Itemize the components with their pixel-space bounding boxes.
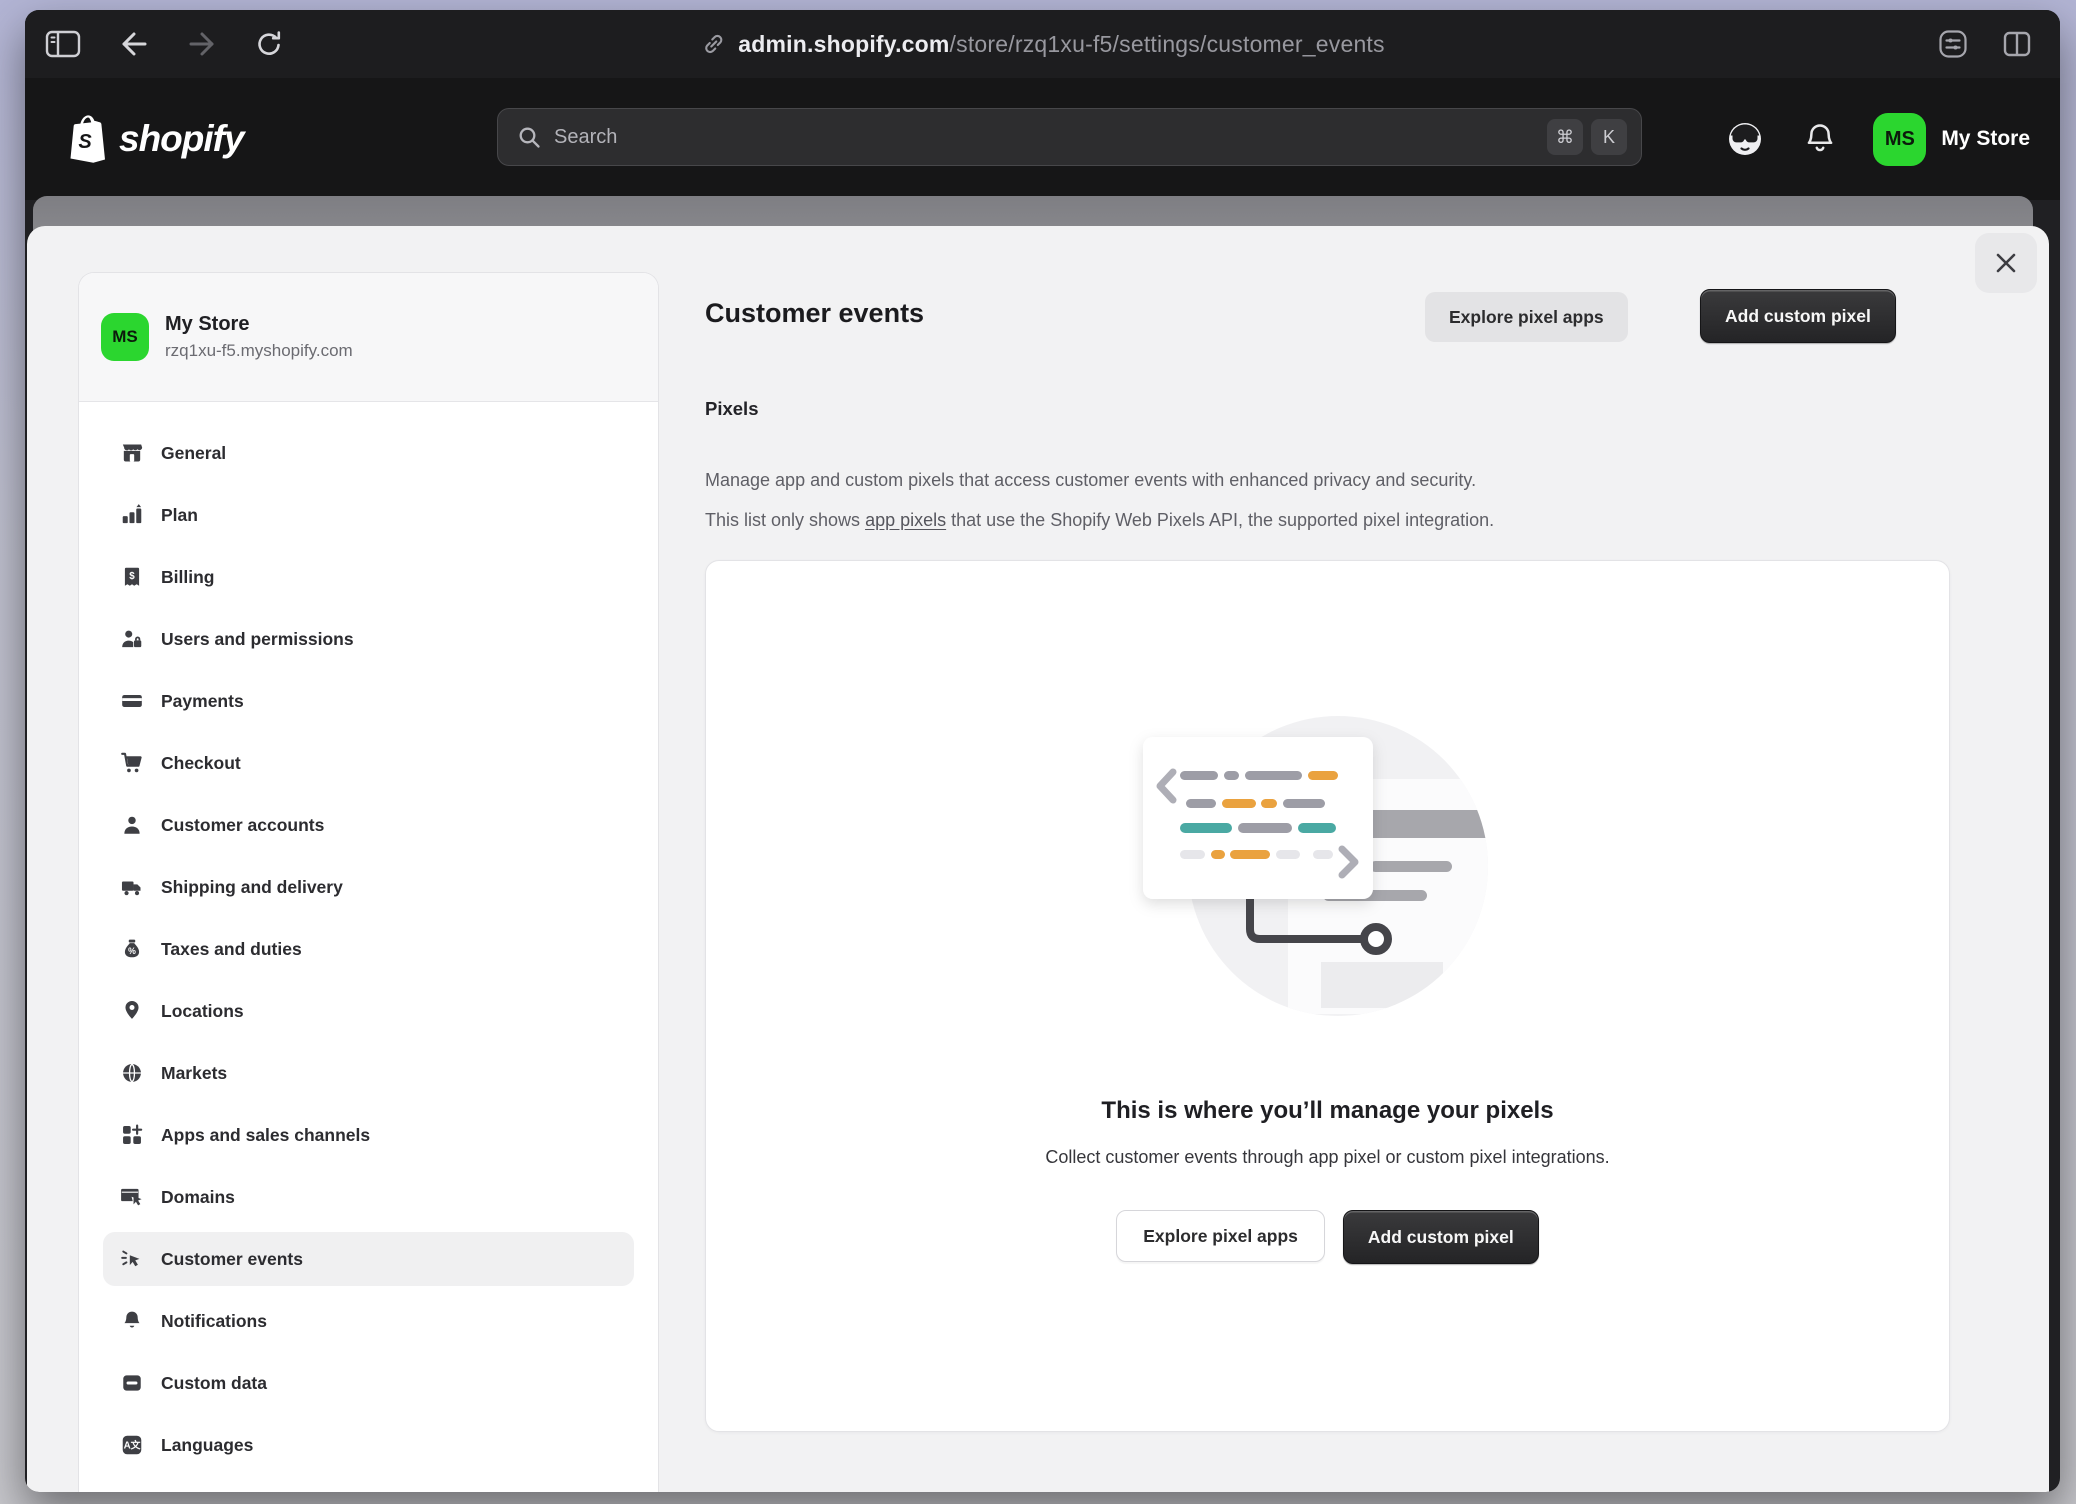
sidebar-item-domains[interactable]: Domains xyxy=(103,1170,634,1224)
users-lock-icon xyxy=(119,626,145,652)
add-custom-pixel-button[interactable]: Add custom pixel xyxy=(1700,289,1896,343)
sidebar-item-custom-data[interactable]: Custom data xyxy=(103,1356,634,1410)
sidebar-item-payments[interactable]: Payments xyxy=(103,674,634,728)
forward-icon[interactable] xyxy=(185,29,219,59)
svg-text:$: $ xyxy=(129,571,135,582)
account-store-name: My Store xyxy=(1941,127,2030,151)
sidebar-toggle-icon[interactable] xyxy=(43,27,83,61)
reload-icon[interactable] xyxy=(253,28,285,60)
browser-chrome: admin.shopify.com/store/rzq1xu-f5/settin… xyxy=(25,10,2060,79)
cart-icon xyxy=(119,750,145,776)
account-avatar[interactable]: MS xyxy=(1873,113,1926,166)
payments-card-icon xyxy=(119,688,145,714)
split-view-icon[interactable] xyxy=(2000,27,2034,61)
persona-icon[interactable] xyxy=(1725,119,1765,159)
address-bar[interactable]: admin.shopify.com/store/rzq1xu-f5/settin… xyxy=(700,10,1384,78)
add-custom-pixel-button-card[interactable]: Add custom pixel xyxy=(1343,1210,1539,1264)
bell-icon xyxy=(119,1308,145,1334)
page-settings-icon[interactable] xyxy=(1936,27,1970,61)
sidebar-item-locations[interactable]: Locations xyxy=(103,984,634,1038)
svg-text:%: % xyxy=(128,946,136,956)
sidebar-item-taxes[interactable]: % Taxes and duties xyxy=(103,922,634,976)
settings-modal: MS My Store rzq1xu-f5.myshopify.com Gene… xyxy=(27,226,2049,1492)
empty-state-heading: This is where you’ll manage your pixels xyxy=(1101,1097,1553,1125)
sidebar-item-billing[interactable]: $ Billing xyxy=(103,550,634,604)
sidebar-item-checkout[interactable]: Checkout xyxy=(103,736,634,790)
close-button[interactable] xyxy=(1975,233,2037,293)
pixels-empty-state-card: This is where you’ll manage your pixels … xyxy=(705,560,1950,1432)
k-key-badge: K xyxy=(1591,119,1627,155)
data-slot-icon xyxy=(119,1370,145,1396)
sidebar-item-apps[interactable]: Apps and sales channels xyxy=(103,1108,634,1162)
billing-receipt-icon: $ xyxy=(119,564,145,590)
shopify-topbar: S shopify Search ⌘ K xyxy=(25,78,2060,200)
domain-window-icon xyxy=(119,1184,145,1210)
empty-state-subtext: Collect customer events through app pixe… xyxy=(1045,1147,1609,1168)
search-placeholder: Search xyxy=(554,126,1539,149)
store-avatar: MS xyxy=(101,313,149,361)
money-bag-icon: % xyxy=(119,936,145,962)
settings-sidebar: MS My Store rzq1xu-f5.myshopify.com Gene… xyxy=(78,272,659,1492)
person-icon xyxy=(119,812,145,838)
shopify-bag-icon: S xyxy=(67,114,109,164)
sidebar-item-shipping[interactable]: Shipping and delivery xyxy=(103,860,634,914)
explore-pixel-apps-button[interactable]: Explore pixel apps xyxy=(1425,292,1628,342)
sidebar-item-languages[interactable]: A文 Languages xyxy=(103,1418,634,1472)
translate-icon: A文 xyxy=(119,1432,145,1458)
sidebar-item-customer-events[interactable]: Customer events xyxy=(103,1232,634,1286)
map-pin-icon xyxy=(119,998,145,1024)
store-name: My Store xyxy=(165,313,353,336)
shopify-wordmark: shopify xyxy=(119,118,244,160)
url-text: admin.shopify.com/store/rzq1xu-f5/settin… xyxy=(738,31,1384,58)
cmd-key-badge: ⌘ xyxy=(1547,119,1583,155)
plan-chart-icon xyxy=(119,502,145,528)
search-icon xyxy=(516,124,542,150)
pixels-section-heading: Pixels xyxy=(705,398,759,420)
shopify-logo[interactable]: S shopify xyxy=(67,114,244,164)
sidebar-item-plan[interactable]: Plan xyxy=(103,488,634,542)
pixels-description: Manage app and custom pixels that access… xyxy=(705,460,1965,540)
svg-text:A文: A文 xyxy=(124,1439,141,1452)
globe-icon xyxy=(119,1060,145,1086)
cursor-click-icon xyxy=(119,1246,145,1272)
sidebar-item-customer-accounts[interactable]: Customer accounts xyxy=(103,798,634,852)
truck-icon xyxy=(119,874,145,900)
settings-nav: General Plan $ Billing xyxy=(79,402,658,1488)
notifications-bell-icon[interactable] xyxy=(1801,120,1839,158)
sidebar-item-notifications[interactable]: Notifications xyxy=(103,1294,634,1348)
sidebar-item-users-permissions[interactable]: Users and permissions xyxy=(103,612,634,666)
app-pixels-link[interactable]: app pixels xyxy=(865,510,946,530)
browser-window: admin.shopify.com/store/rzq1xu-f5/settin… xyxy=(25,10,2060,1492)
store-domain: rzq1xu-f5.myshopify.com xyxy=(165,341,353,361)
store-header: MS My Store rzq1xu-f5.myshopify.com xyxy=(79,273,658,402)
sidebar-item-markets[interactable]: Markets xyxy=(103,1046,634,1100)
apps-grid-icon xyxy=(119,1122,145,1148)
explore-pixel-apps-button-card[interactable]: Explore pixel apps xyxy=(1116,1210,1325,1262)
pixels-empty-illustration xyxy=(1118,709,1538,1039)
svg-text:S: S xyxy=(78,131,92,153)
link-icon xyxy=(700,31,726,57)
store-icon xyxy=(119,440,145,466)
search-input[interactable]: Search ⌘ K xyxy=(497,108,1642,166)
back-icon[interactable] xyxy=(117,29,151,59)
close-icon xyxy=(1992,249,2020,277)
page-title: Customer events xyxy=(705,298,924,329)
sidebar-item-general[interactable]: General xyxy=(103,426,634,480)
